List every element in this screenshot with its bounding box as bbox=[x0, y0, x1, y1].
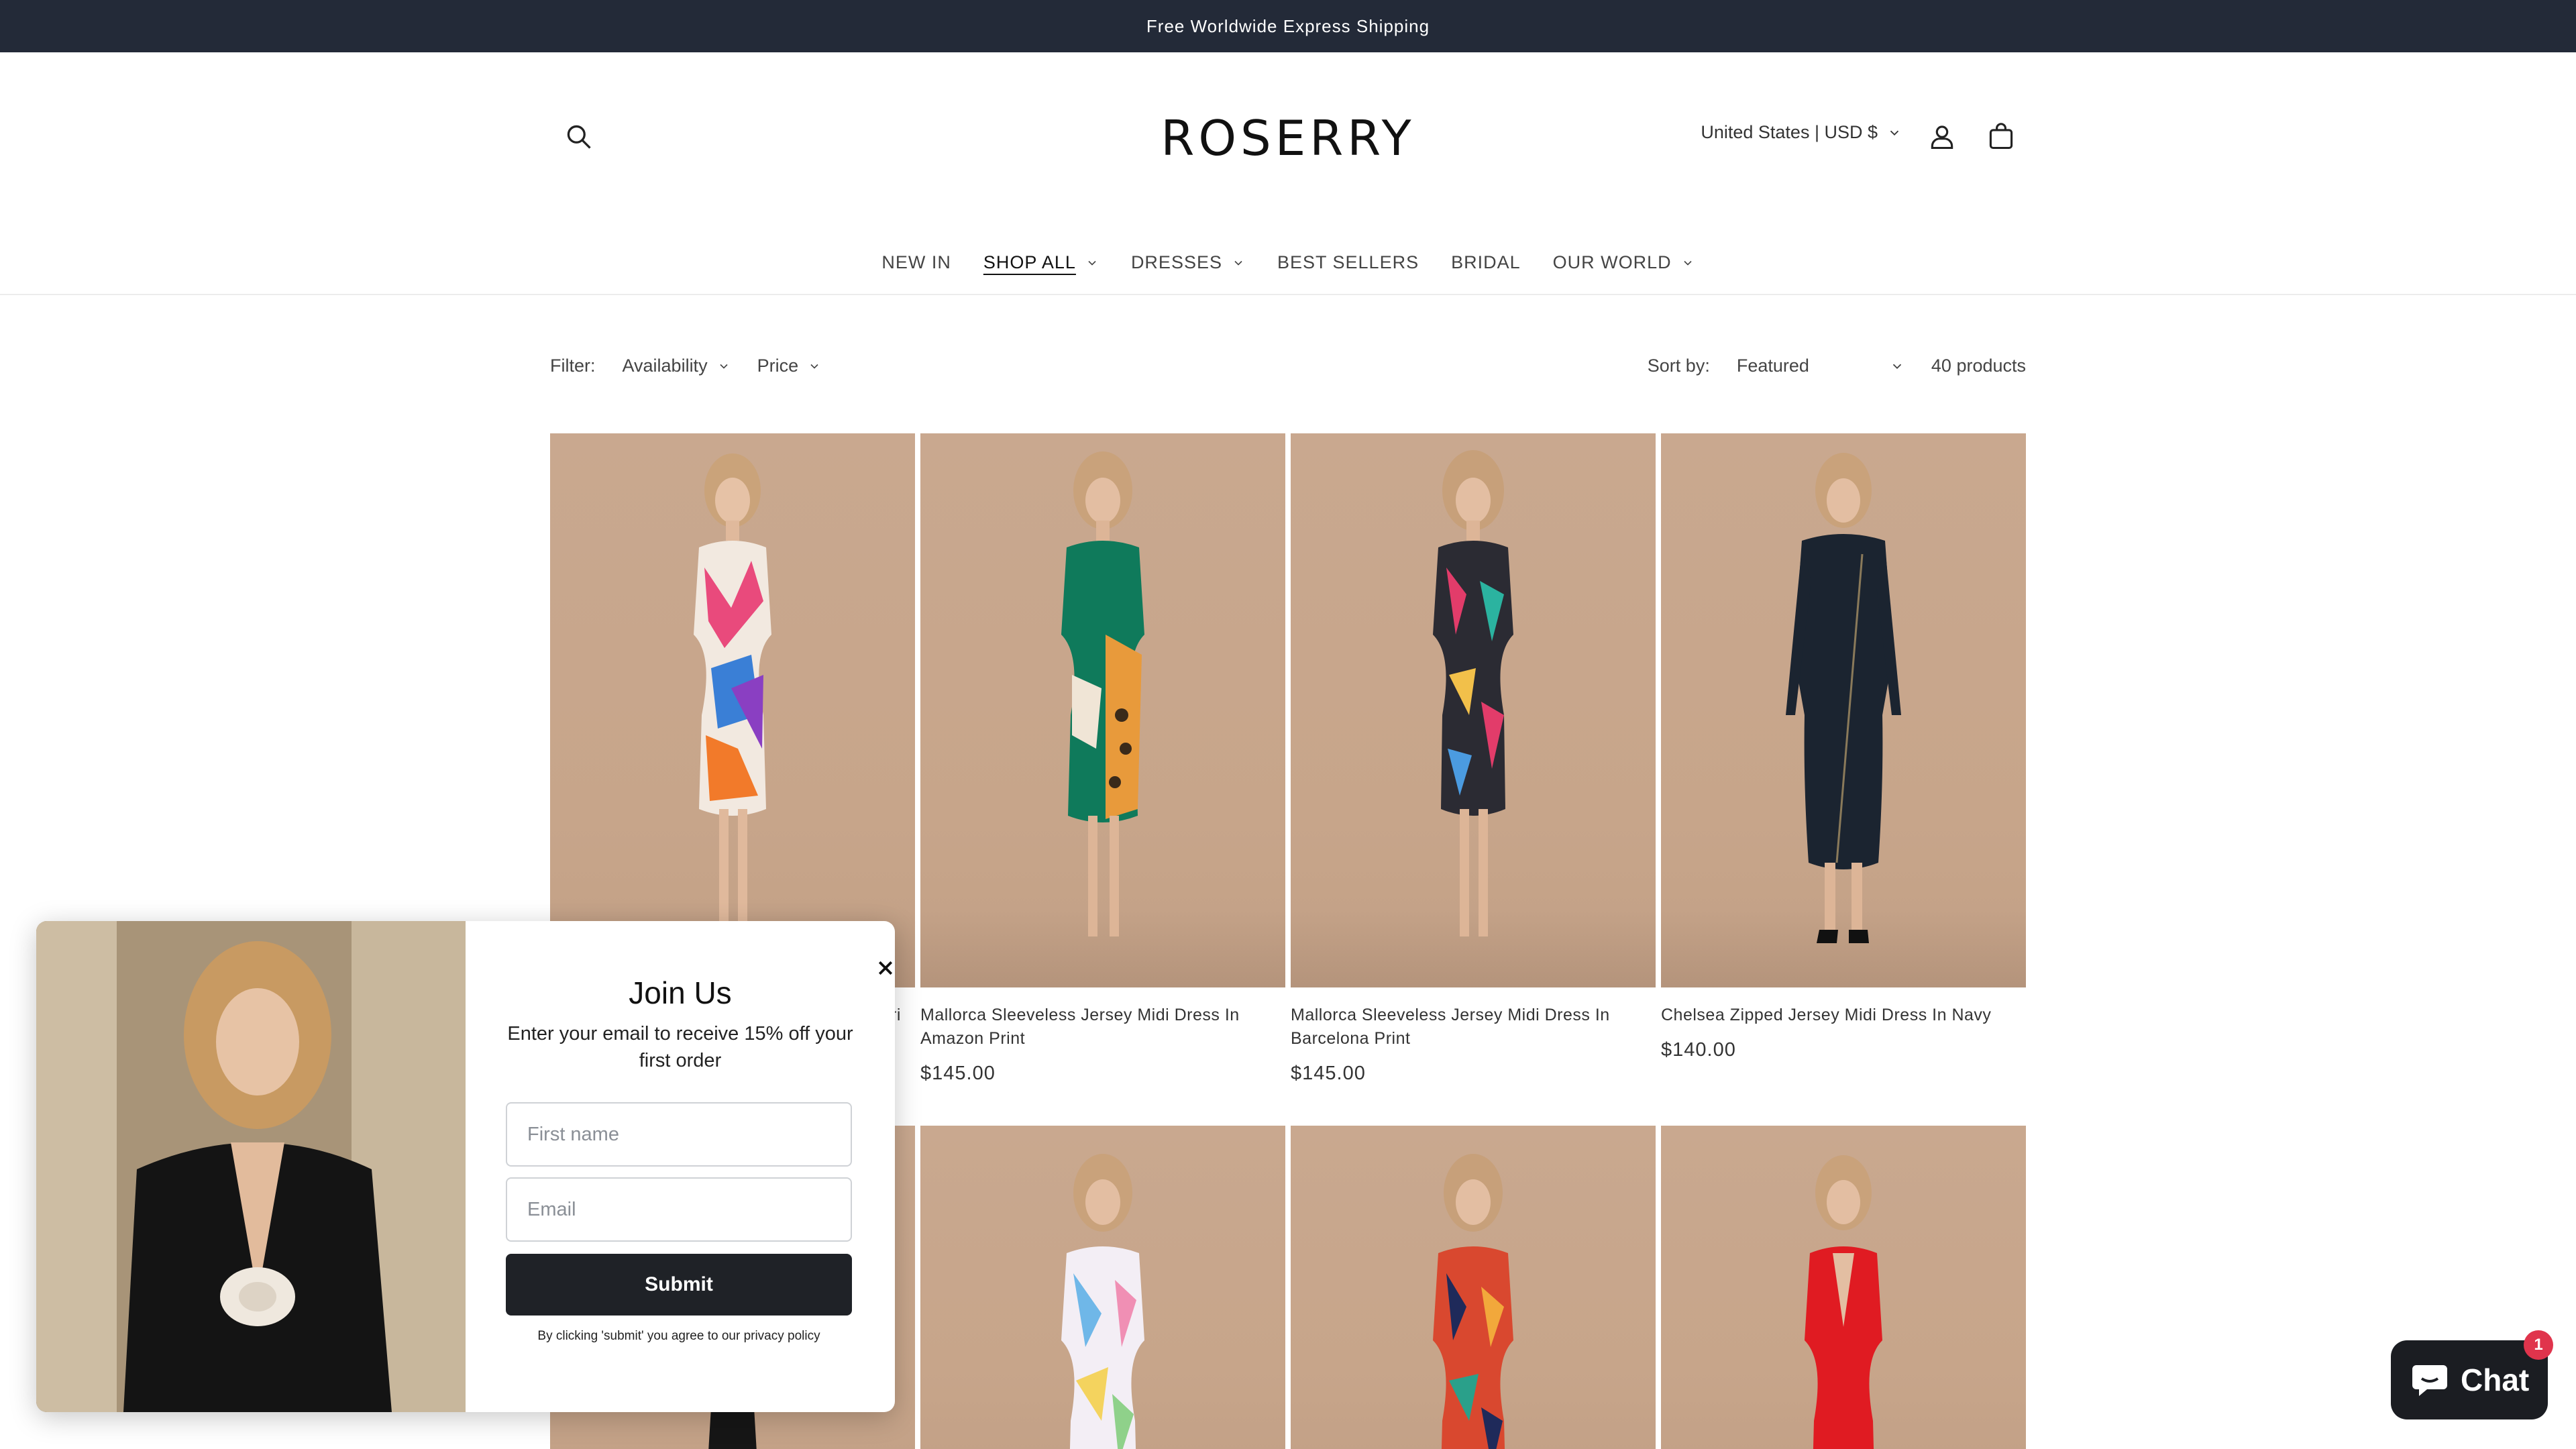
account-icon bbox=[1931, 125, 1953, 150]
account-button[interactable] bbox=[1919, 113, 1966, 160]
product-image[interactable] bbox=[550, 433, 915, 987]
product-image[interactable] bbox=[1291, 433, 1656, 987]
product-title[interactable]: Mallorca Sleeveless Jersey Midi Dress In… bbox=[1291, 1004, 1656, 1051]
product-card[interactable] bbox=[1661, 1126, 2026, 1449]
privacy-notice: By clicking 'submit' you agree to our pr… bbox=[537, 1329, 820, 1343]
nav-label: NEW IN bbox=[881, 252, 951, 272]
nav-label: OUR WORLD bbox=[1552, 252, 1672, 272]
availability-label: Availability bbox=[622, 356, 708, 376]
nav-label: BRIDAL bbox=[1451, 252, 1521, 272]
filter-sort-bar: Filter: Availability Price Sort by: Feat… bbox=[550, 356, 2026, 382]
nav-label: BEST SELLERS bbox=[1277, 252, 1419, 272]
product-card[interactable]: Mallorca Sleeveless Jersey Midi Dress In… bbox=[1291, 433, 1656, 1085]
store-logo[interactable]: ROSERRY bbox=[0, 110, 2576, 166]
newsletter-popup: Join Us Enter your email to receive 15% … bbox=[36, 921, 895, 1412]
model-figure-leopard-print bbox=[1433, 1154, 1513, 1449]
product-title[interactable]: Mallorca Sleeveless Jersey Midi Dress In… bbox=[920, 1004, 1285, 1051]
chevron-down-icon bbox=[1892, 364, 1902, 369]
product-count: 40 products bbox=[1931, 356, 2026, 376]
model-figure-green-print bbox=[1061, 451, 1144, 936]
chevron-down-icon bbox=[1684, 260, 1692, 266]
sort-label: Sort by: bbox=[1647, 356, 1710, 376]
product-image[interactable] bbox=[920, 433, 1285, 987]
nav-label: SHOP ALL bbox=[983, 252, 1076, 272]
model-figure-pastel-print bbox=[1061, 1154, 1144, 1449]
product-card[interactable] bbox=[1291, 1126, 1656, 1449]
cart-icon bbox=[1989, 123, 2013, 150]
nav-item-shop-all[interactable]: SHOP ALL bbox=[983, 252, 1099, 273]
product-image[interactable] bbox=[1661, 433, 2026, 987]
model-figure-navy-dress bbox=[1786, 453, 1901, 943]
sort-value: Featured bbox=[1736, 356, 1809, 376]
filter-label: Filter: bbox=[550, 356, 596, 376]
model-figure-barcelona-print bbox=[1433, 450, 1513, 936]
popup-subtitle: Enter your email to receive 15% off your… bbox=[507, 1023, 853, 1071]
product-image[interactable] bbox=[920, 1126, 1285, 1449]
model-figure-red-dress bbox=[1805, 1155, 1882, 1449]
product-price: $145.00 bbox=[920, 1063, 996, 1084]
availability-filter[interactable]: Availability bbox=[623, 356, 731, 376]
product-image[interactable] bbox=[1661, 1126, 2026, 1449]
nav-item-dresses[interactable]: DRESSES bbox=[1131, 252, 1245, 273]
nav-item-new-in[interactable]: NEW IN bbox=[881, 252, 951, 273]
product-card[interactable] bbox=[920, 1126, 1285, 1449]
sort-select[interactable]: Featured bbox=[1737, 356, 1904, 376]
main-navigation: NEW IN SHOP ALL DRESSES BEST SELLERS BRI… bbox=[0, 252, 2576, 273]
first-name-field[interactable]: First name bbox=[506, 1102, 852, 1167]
price-label: Price bbox=[757, 356, 799, 376]
chevron-down-icon bbox=[810, 364, 818, 369]
popup-form-panel: Join Us Enter your email to receive 15% … bbox=[466, 921, 895, 1412]
popup-photo-illustration bbox=[36, 921, 466, 1412]
nav-item-best-sellers[interactable]: BEST SELLERS bbox=[1277, 252, 1419, 273]
chat-label: Chat bbox=[2461, 1362, 2530, 1397]
email-field[interactable]: Email bbox=[506, 1177, 852, 1242]
announcement-text: Free Worldwide Express Shipping bbox=[1146, 15, 1430, 36]
nav-item-bridal[interactable]: BRIDAL bbox=[1451, 252, 1521, 273]
price-filter[interactable]: Price bbox=[757, 356, 822, 376]
popup-title: Join Us bbox=[629, 975, 732, 1010]
chevron-down-icon bbox=[1890, 130, 1899, 136]
chat-bubble-icon bbox=[2412, 1365, 2447, 1396]
announcement-bar: Free Worldwide Express Shipping bbox=[0, 0, 2576, 52]
product-card[interactable]: Chelsea Zipped Jersey Midi Dress In Navy… bbox=[1661, 433, 2026, 1061]
product-price: $140.00 bbox=[1661, 1039, 1736, 1061]
product-image[interactable] bbox=[1291, 1126, 1656, 1449]
cart-button[interactable] bbox=[1978, 113, 2025, 160]
model-figure-multicolor bbox=[694, 453, 771, 936]
chevron-down-icon bbox=[719, 364, 728, 369]
country-currency-selector[interactable]: United States | USD $ bbox=[1701, 122, 1902, 143]
chat-notification-badge: 1 bbox=[2524, 1330, 2553, 1360]
site-header: ROSERRY United States | USD $ NEW IN SHO… bbox=[0, 52, 2576, 295]
product-title[interactable]: Chelsea Zipped Jersey Midi Dress In Navy bbox=[1661, 1004, 2026, 1027]
popup-model-image bbox=[36, 921, 466, 1412]
product-card[interactable]: Mallorca Sleeveless Jersey Midi Dress In… bbox=[920, 433, 1285, 1085]
chevron-down-icon bbox=[1088, 260, 1096, 266]
nav-label: DRESSES bbox=[1130, 252, 1222, 272]
chevron-down-icon bbox=[1234, 260, 1242, 266]
product-price: $145.00 bbox=[1291, 1063, 1366, 1084]
country-currency-label: United States | USD $ bbox=[1701, 122, 1878, 142]
submit-button[interactable]: Submit bbox=[506, 1254, 852, 1316]
chat-button[interactable]: Chat bbox=[2391, 1340, 2548, 1419]
nav-item-our-world[interactable]: OUR WORLD bbox=[1553, 252, 1695, 273]
